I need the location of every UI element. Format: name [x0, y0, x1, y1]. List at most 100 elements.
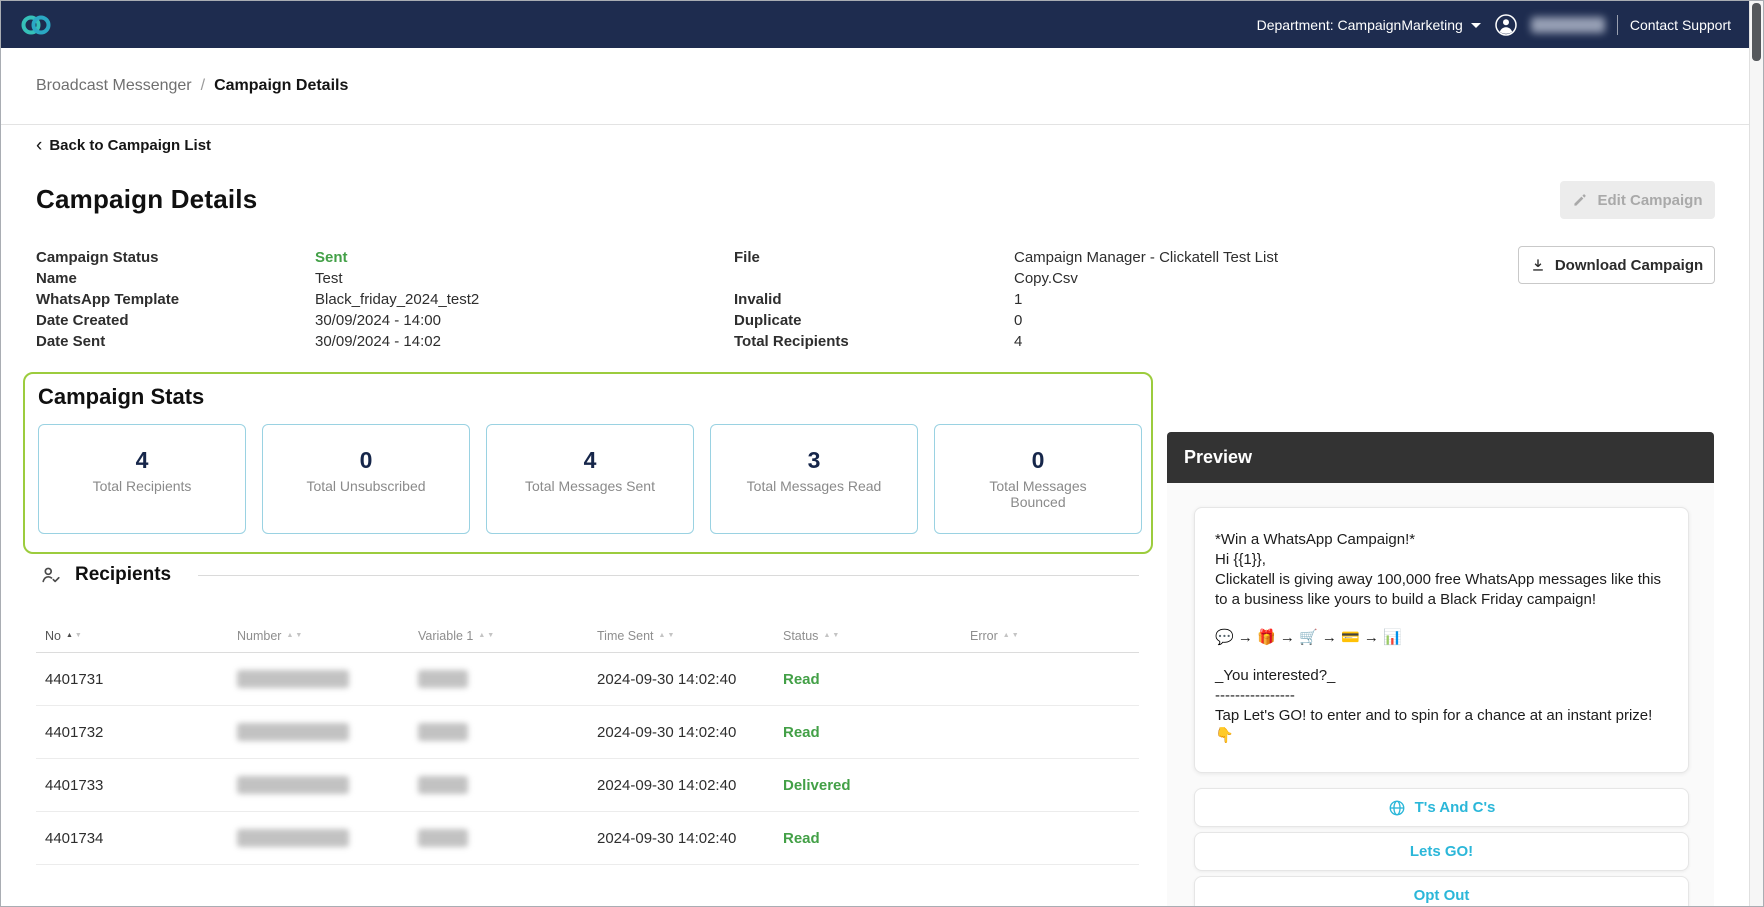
cell-time-sent: 2024-09-30 14:02:40 — [597, 777, 783, 794]
table-row: 4401733 2024-09-30 14:02:40 Delivered — [36, 759, 1139, 812]
cell-no: 4401733 — [45, 777, 237, 794]
column-header-variable-1[interactable]: Variable 1 ▲▼ — [418, 629, 597, 643]
column-header-error[interactable]: Error ▲▼ — [970, 629, 1139, 643]
sort-icons: ▲▼ — [1003, 632, 1019, 639]
contact-support-link[interactable]: Contact Support — [1630, 17, 1731, 33]
cell-time-sent: 2024-09-30 14:02:40 — [597, 671, 783, 688]
preview-button-opt-out[interactable]: Opt Out — [1194, 876, 1689, 907]
table-row: 4401732 2024-09-30 14:02:40 Read — [36, 706, 1139, 759]
message-line: *Win a WhatsApp Campaign!* — [1215, 530, 1668, 550]
details-right-column: File Campaign Manager - Clickatell Test … — [734, 247, 1314, 352]
table-header-row: No ▲▼ Number ▲▼ Variable 1 ▲▼ Time Sent … — [36, 619, 1139, 653]
cell-time-sent: 2024-09-30 14:02:40 — [597, 724, 783, 741]
back-link-label: Back to Campaign List — [49, 137, 211, 154]
preview-button-terms[interactable]: T's And C's — [1194, 788, 1689, 827]
table-row: 4401731 2024-09-30 14:02:40 Read — [36, 653, 1139, 706]
field-file: File Campaign Manager - Clickatell Test … — [734, 247, 1314, 289]
column-header-status[interactable]: Status ▲▼ — [783, 629, 970, 643]
field-date-created: Date Created 30/09/2024 - 14:00 — [36, 310, 479, 331]
scrollbar-thumb[interactable] — [1752, 3, 1761, 61]
download-campaign-label: Download Campaign — [1555, 257, 1703, 274]
breadcrumb: Broadcast Messenger / Campaign Details — [1, 48, 1749, 125]
redacted-number — [237, 776, 349, 794]
message-line: Clickatell is giving away 100,000 free W… — [1215, 570, 1668, 610]
redacted-username — [1531, 17, 1605, 33]
stat-card-total-recipients: 4 Total Recipients — [38, 424, 246, 534]
field-total-recipients: Total Recipients 4 — [734, 331, 1314, 352]
download-icon — [1530, 257, 1546, 273]
breadcrumb-current: Campaign Details — [214, 77, 348, 95]
message-line: Hi {{1}}, — [1215, 550, 1668, 570]
pencil-icon — [1572, 192, 1588, 208]
redacted-variable — [418, 723, 468, 741]
field-name: Name Test — [36, 268, 479, 289]
field-campaign-status: Campaign Status Sent — [36, 247, 479, 268]
column-header-no[interactable]: No ▲▼ — [45, 629, 237, 643]
user-avatar-icon[interactable] — [1493, 12, 1519, 38]
recipients-header: Recipients — [40, 564, 1139, 586]
table-row: 4401734 2024-09-30 14:02:40 Read — [36, 812, 1139, 865]
message-line: Tap Let's GO! to enter and to spin for a… — [1215, 706, 1668, 746]
edit-campaign-label: Edit Campaign — [1597, 192, 1702, 209]
cell-no: 4401731 — [45, 671, 237, 688]
message-line: _You interested?_ — [1215, 666, 1668, 686]
details-left-column: Campaign Status Sent Name Test WhatsApp … — [36, 247, 479, 352]
divider — [1617, 15, 1618, 35]
preview-button-lets-go[interactable]: Lets GO! — [1194, 832, 1689, 871]
sort-icons: ▲▼ — [823, 632, 839, 639]
campaign-status-value: Sent — [315, 247, 348, 268]
chevron-left-icon: ‹ — [36, 138, 42, 153]
field-date-sent: Date Sent 30/09/2024 - 14:02 — [36, 331, 479, 352]
sort-icons: ▲▼ — [478, 632, 494, 639]
preview-button-lets-go-label: Lets GO! — [1410, 843, 1473, 860]
redacted-number — [237, 829, 349, 847]
sort-icons: ▲▼ — [66, 632, 82, 639]
vertical-scrollbar[interactable] — [1749, 1, 1763, 906]
breadcrumb-separator: / — [201, 77, 205, 95]
redacted-number — [237, 670, 349, 688]
clickatell-logo[interactable] — [19, 13, 53, 37]
redacted-variable — [418, 829, 468, 847]
cell-no: 4401732 — [45, 724, 237, 741]
message-line: ---------------- — [1215, 686, 1668, 706]
person-icon — [1494, 13, 1518, 37]
download-campaign-button[interactable]: Download Campaign — [1518, 246, 1715, 284]
column-header-number[interactable]: Number ▲▼ — [237, 629, 418, 643]
preview-button-terms-label: T's And C's — [1415, 799, 1496, 816]
back-to-campaign-list-link[interactable]: ‹ Back to Campaign List — [36, 137, 211, 154]
campaign-stats-title: Campaign Stats — [25, 374, 1151, 410]
cell-no: 4401734 — [45, 830, 237, 847]
redacted-number — [237, 723, 349, 741]
stat-card-total-messages-sent: 4 Total Messages Sent — [486, 424, 694, 534]
stat-card-total-unsubscribed: 0 Total Unsubscribed — [262, 424, 470, 534]
preview-title: Preview — [1184, 447, 1252, 468]
top-navbar: Department: CampaignMarketing Contact Su… — [1, 1, 1749, 48]
cell-time-sent: 2024-09-30 14:02:40 — [597, 830, 783, 847]
field-whatsapp-template: WhatsApp Template Black_friday_2024_test… — [36, 289, 479, 310]
navbar-right: Department: CampaignMarketing Contact Su… — [1257, 12, 1731, 38]
field-invalid: Invalid 1 — [734, 289, 1314, 310]
preview-header: Preview — [1167, 432, 1714, 483]
app-window: Department: CampaignMarketing Contact Su… — [0, 0, 1764, 907]
message-emoji-line: 💬 → 🎁 → 🛒 → 💳 → 📊 — [1215, 628, 1668, 648]
stat-card-total-messages-bounced: 0 Total Messages Bounced — [934, 424, 1142, 534]
sort-icons: ▲▼ — [659, 632, 675, 639]
recipients-table: No ▲▼ Number ▲▼ Variable 1 ▲▼ Time Sent … — [36, 619, 1139, 865]
cell-status: Read — [783, 724, 970, 741]
person-check-icon — [40, 564, 62, 586]
chevron-down-icon — [1471, 23, 1481, 28]
field-duplicate: Duplicate 0 — [734, 310, 1314, 331]
cell-status: Read — [783, 671, 970, 688]
cell-status: Delivered — [783, 777, 970, 794]
redacted-variable — [418, 670, 468, 688]
stats-cards: 4 Total Recipients 0 Total Unsubscribed … — [38, 424, 1151, 534]
cell-status: Read — [783, 830, 970, 847]
sort-icons: ▲▼ — [286, 632, 302, 639]
campaign-stats-section: Campaign Stats 4 Total Recipients 0 Tota… — [23, 372, 1153, 554]
clickatell-logo-icon — [19, 13, 53, 37]
edit-campaign-button[interactable]: Edit Campaign — [1560, 181, 1715, 219]
column-header-time-sent[interactable]: Time Sent ▲▼ — [597, 629, 783, 643]
breadcrumb-parent[interactable]: Broadcast Messenger — [36, 77, 192, 95]
department-selector[interactable]: Department: CampaignMarketing — [1257, 17, 1481, 33]
stat-card-total-messages-read: 3 Total Messages Read — [710, 424, 918, 534]
